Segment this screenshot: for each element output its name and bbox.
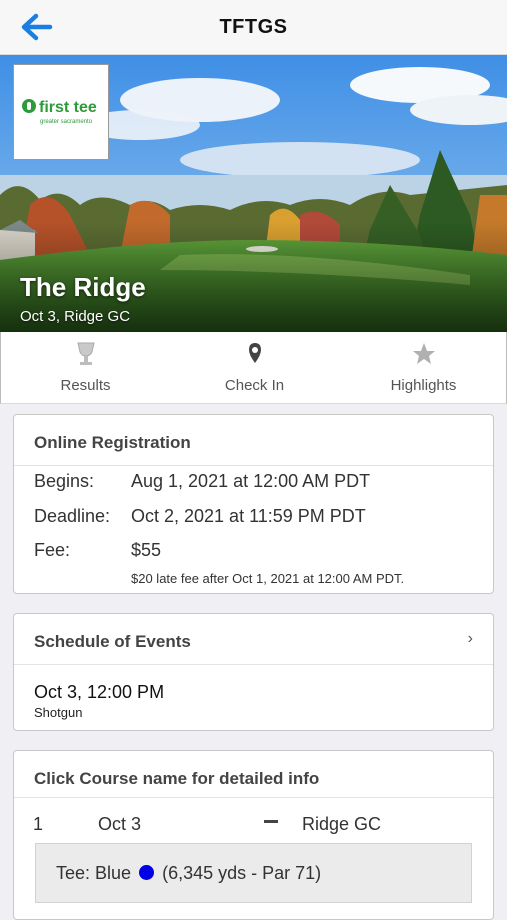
collapse-icon[interactable]	[264, 820, 278, 823]
location-pin-icon	[248, 343, 261, 363]
registration-begins-row: Begins: Aug 1, 2021 at 12:00 AM PDT	[34, 471, 370, 492]
registration-fee-row: Fee: $55	[34, 540, 161, 561]
tab-check-in-label: Check In	[224, 377, 285, 394]
logo-subtitle: greater sacramento	[40, 119, 93, 125]
schedule-heading: Schedule of Events	[34, 632, 191, 651]
courses-card: Click Course name for detailed info 1 Oc…	[13, 750, 494, 920]
course-row[interactable]: 1 Oct 3 Ridge GC	[14, 797, 493, 843]
schedule-card[interactable]: Schedule of Events › Oct 3, 12:00 PM Sho…	[13, 613, 494, 731]
schedule-header[interactable]: Schedule of Events ›	[14, 614, 493, 665]
logo-brand: first tee	[22, 99, 97, 117]
courses-header: Click Course name for detailed info	[14, 751, 493, 797]
deadline-label: Deadline:	[34, 506, 111, 526]
tab-highlights[interactable]: Highlights	[339, 332, 507, 404]
tab-highlights-label: Highlights	[390, 377, 457, 394]
tee-color-dot-icon	[139, 865, 155, 880]
registration-card: Online Registration Begins: Aug 1, 2021 a…	[13, 414, 494, 594]
schedule-format: Shotgun	[34, 705, 83, 720]
fee-label: Fee:	[34, 540, 71, 560]
late-fee-note: $20 late fee after Oct 1, 2021 at 12:00 …	[131, 571, 405, 586]
chevron-right-icon[interactable]: ›	[468, 630, 473, 648]
course-date: Oct 3	[98, 814, 142, 834]
event-actions-bar: Results Check In Highlights	[0, 332, 507, 404]
first-tee-logo-icon	[22, 99, 36, 113]
tab-check-in[interactable]: Check In	[170, 332, 339, 404]
event-title: The Ridge	[20, 272, 146, 302]
tab-results[interactable]: Results	[1, 332, 170, 404]
event-subtitle: Oct 3, Ridge GC	[20, 308, 131, 325]
registration-heading: Online Registration	[34, 433, 191, 452]
course-name-link[interactable]: Ridge GC	[302, 814, 381, 835]
navigation-bar: TFTGS	[0, 0, 507, 55]
tee-detail: (6,345 yds - Par 71)	[162, 863, 322, 883]
tee-label: Tee: Blue	[56, 863, 132, 883]
begins-value: Aug 1, 2021 at 12:00 AM PDT	[131, 471, 371, 491]
page-title: TFTGS	[219, 16, 288, 38]
begins-label: Begins:	[34, 471, 95, 491]
course-round-number: 1	[33, 814, 44, 834]
event-logo: first tee greater sacramento	[13, 64, 109, 160]
event-hero-image: first tee greater sacramento The Ridge O…	[0, 55, 507, 332]
courses-heading: Click Course name for detailed info	[34, 769, 320, 788]
registration-deadline-row: Deadline: Oct 2, 2021 at 11:59 PM PDT	[34, 506, 366, 527]
registration-header: Online Registration	[14, 415, 493, 466]
star-icon	[412, 343, 435, 364]
schedule-time: Oct 3, 12:00 PM	[34, 682, 165, 702]
fee-value: $55	[131, 540, 162, 560]
tab-results-label: Results	[60, 377, 111, 394]
tee-info: Tee: Blue (6,345 yds - Par 71)	[35, 843, 472, 903]
trophy-icon	[76, 342, 95, 365]
deadline-value: Oct 2, 2021 at 11:59 PM PDT	[131, 506, 366, 526]
